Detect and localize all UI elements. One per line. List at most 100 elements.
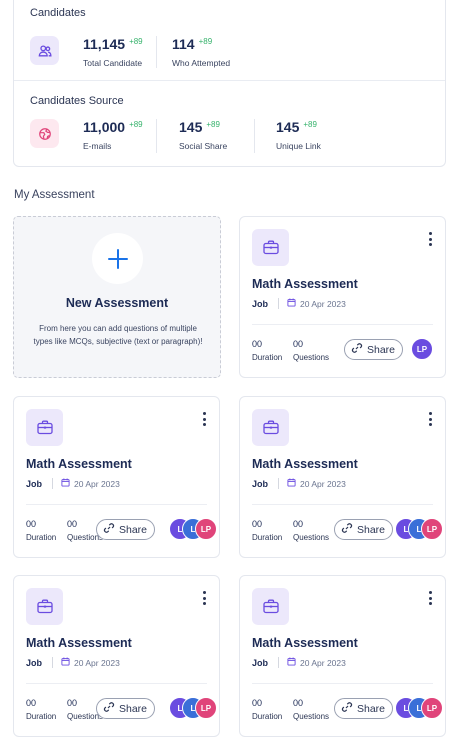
share-button[interactable]: Share [334, 698, 394, 719]
stat-delta: +89 [129, 120, 143, 129]
assessment-card[interactable]: Math Assessment Job 20 Apr 2023 00 Durat… [239, 216, 446, 378]
stat-delta: +89 [206, 120, 220, 129]
calendar-icon [287, 657, 296, 668]
share-label: Share [357, 523, 386, 536]
divider [52, 657, 54, 668]
link-icon [341, 522, 357, 537]
stat-delta: +89 [129, 37, 143, 46]
new-assessment-description: From here you can add questions of multi… [33, 324, 203, 346]
questions-stat: 00 Questions [293, 698, 329, 721]
users-icon [30, 36, 59, 65]
new-assessment-title: New Assessment [65, 296, 169, 310]
assessment-meta: Job 20 Apr 2023 [252, 298, 346, 309]
divider [252, 504, 433, 505]
social-share-stat: 145 +89 Social Share [179, 119, 227, 151]
more-options-icon[interactable] [201, 412, 207, 426]
assessment-date: 20 Apr 2023 [300, 657, 346, 668]
duration-value: 00 [252, 698, 263, 708]
divider [156, 36, 157, 68]
divider [252, 683, 433, 684]
duration-value: 00 [252, 519, 263, 529]
assessment-meta: Job 20 Apr 2023 [26, 657, 120, 668]
my-assessment-heading: My Assessment [14, 189, 95, 201]
share-button[interactable]: Share [96, 519, 156, 540]
avatar: LP [195, 697, 217, 719]
avatar-group: L L LP [169, 697, 217, 720]
briefcase-icon [252, 409, 289, 446]
more-options-icon[interactable] [427, 232, 433, 246]
duration-stat: 00 Duration [252, 698, 282, 721]
divider [278, 298, 280, 309]
more-options-icon[interactable] [201, 591, 207, 605]
share-label: Share [119, 523, 148, 536]
link-icon [103, 522, 119, 537]
plus-icon[interactable] [92, 233, 143, 284]
questions-stat: 00 Questions [293, 339, 329, 362]
questions-value: 00 [293, 519, 304, 529]
assessment-card[interactable]: Math Assessment Job 20 Apr 2023 00 Durat… [239, 575, 446, 737]
divider [254, 119, 255, 153]
calendar-icon [61, 478, 70, 489]
briefcase-icon [252, 229, 289, 266]
duration-stat: 00 Duration [252, 519, 282, 542]
assessment-card[interactable]: Math Assessment Job 20 Apr 2023 00 Durat… [13, 575, 220, 737]
more-options-icon[interactable] [427, 591, 433, 605]
avatar: LP [421, 518, 443, 540]
avatar-group: LP [411, 338, 433, 361]
stat-value: 11,145 [83, 36, 126, 52]
assessment-title: Math Assessment [252, 636, 358, 650]
link-icon [103, 701, 119, 716]
assessment-type: Job [252, 298, 269, 309]
candidates-section: Candidates 11,145 +89 Total Candidate 114… [14, 0, 445, 81]
candidates-title: Candidates [30, 7, 86, 19]
globe-icon [30, 119, 59, 148]
assessment-meta: Job 20 Apr 2023 [252, 657, 346, 668]
assessment-title: Math Assessment [252, 457, 358, 471]
duration-label: Duration [26, 712, 57, 721]
share-label: Share [119, 702, 148, 715]
duration-value: 00 [252, 339, 263, 349]
briefcase-icon [26, 588, 63, 625]
share-button[interactable]: Share [96, 698, 156, 719]
questions-label: Questions [293, 353, 330, 362]
assessment-title: Math Assessment [252, 277, 358, 291]
questions-value: 00 [293, 698, 304, 708]
stat-value: 114 [172, 36, 195, 52]
divider [278, 657, 280, 668]
assessment-card[interactable]: Math Assessment Job 20 Apr 2023 00 Durat… [239, 396, 446, 558]
divider [252, 324, 433, 325]
stat-label: Unique Link [276, 141, 321, 151]
stat-label: Social Share [179, 141, 228, 151]
who-attempted-stat: 114 +89 Who Attempted [172, 36, 230, 68]
avatar: LP [411, 338, 433, 360]
duration-stat: 00 Duration [26, 519, 56, 542]
assessment-title: Math Assessment [26, 636, 132, 650]
stat-label: Who Attempted [172, 58, 231, 68]
stat-value: 145 [179, 119, 203, 135]
stat-label: Total Candidate [83, 58, 143, 68]
calendar-icon [61, 657, 70, 668]
duration-value: 00 [26, 698, 37, 708]
share-button[interactable]: Share [334, 519, 394, 540]
duration-label: Duration [252, 712, 283, 721]
questions-value: 00 [293, 339, 304, 349]
more-options-icon[interactable] [427, 412, 433, 426]
link-icon [341, 701, 357, 716]
share-label: Share [367, 343, 396, 356]
duration-value: 00 [26, 519, 37, 529]
avatar-group: L L LP [395, 697, 443, 720]
emails-stat: 11,000 +89 E-mails [83, 119, 143, 151]
assessment-card[interactable]: Math Assessment Job 20 Apr 2023 00 Durat… [13, 396, 220, 558]
divider [156, 119, 157, 153]
stats-card: Candidates 11,145 +89 Total Candidate 114… [13, 0, 446, 167]
share-button[interactable]: Share [344, 339, 404, 360]
candidates-source-section: Candidates Source 11,000 +89 E-mails 145 +… [14, 82, 445, 166]
assessment-date: 20 Apr 2023 [74, 478, 120, 489]
assessment-type: Job [26, 657, 43, 668]
stat-delta: +89 [198, 37, 213, 46]
new-assessment-card[interactable]: New Assessment From here you can add que… [13, 216, 221, 378]
duration-stat: 00 Duration [26, 698, 56, 721]
candidates-source-title: Candidates Source [30, 95, 124, 107]
total-candidate-stat: 11,145 +89 Total Candidate [83, 36, 143, 68]
questions-label: Questions [293, 533, 330, 542]
